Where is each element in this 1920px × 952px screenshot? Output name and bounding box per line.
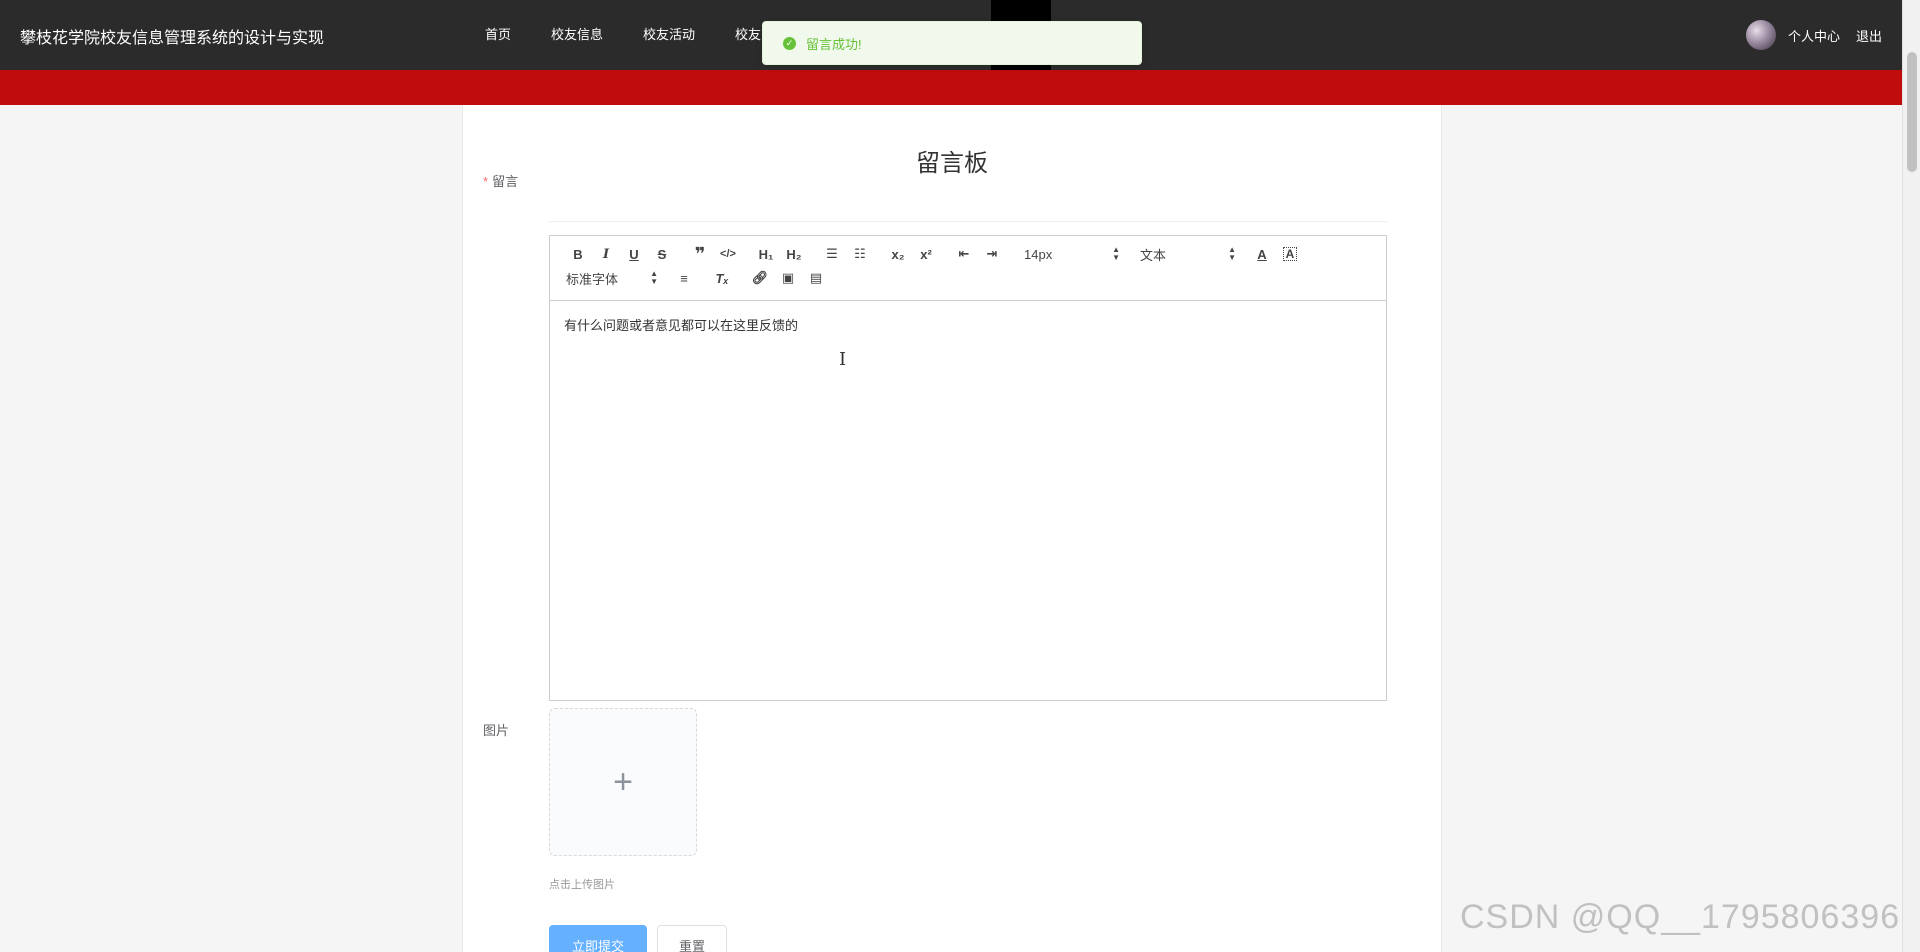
subscript-icon[interactable]: x₂ [884,242,912,266]
required-mark: * [483,174,489,189]
message-label-text: 留言 [492,174,519,189]
quote-icon[interactable]: ❞ [686,242,714,266]
editor-divider [549,221,1387,222]
editor-toolbar: B I U S ❞ </> H₁ H₂ ☰ ☷ x₂ x² ⇤ ⇥ 14px ▲… [549,235,1387,301]
toolbar-row-1: B I U S ❞ </> H₁ H₂ ☰ ☷ x₂ x² ⇤ ⇥ 14px ▲… [564,242,1304,266]
toolbar-row-2: 标准字体 ▲ ▼ ≡ Tₓ 🔗︎ ▣ ▤ [564,266,830,290]
submit-button[interactable]: 立即提交 [549,925,647,952]
ordered-list-icon[interactable]: ☰ [818,242,846,266]
bold-icon[interactable]: B [564,242,592,266]
reset-button[interactable]: 重置 [657,925,727,952]
page-scrollbar[interactable] [1902,0,1920,952]
font-size-select[interactable]: 14px ▲ ▼ [1022,242,1122,266]
banner-strip [0,70,1902,105]
logout-link[interactable]: 退出 [1856,26,1882,45]
scrollbar-thumb[interactable] [1907,52,1917,172]
select-arrows-icon: ▲ ▼ [1112,245,1120,262]
code-icon[interactable]: </> [714,242,742,266]
editor-content[interactable]: 有什么问题或者意见都可以在这里反馈的 [549,301,1387,701]
align-icon[interactable]: ≡ [670,266,698,290]
page-title: 留言板 [916,150,988,177]
select-arrows-icon: ▲ ▼ [650,269,658,286]
image-upload[interactable]: + [549,708,697,856]
text-cursor-icon: I [839,349,847,370]
check-circle-icon: ✓ [783,36,796,50]
clear-format-icon[interactable]: Tₓ [708,266,736,290]
video-icon[interactable]: ▤ [802,266,830,290]
message-label: * 留言 [483,171,518,190]
success-toast: ✓ 留言成功! [762,21,1142,65]
nav-item-alumni-activity[interactable]: 校友活动 [623,0,715,70]
italic-icon[interactable]: I [592,242,620,266]
bullet-list-icon[interactable]: ☷ [846,242,874,266]
superscript-icon[interactable]: x² [912,242,940,266]
h1-icon[interactable]: H₁ [752,242,780,266]
image-icon[interactable]: ▣ [774,266,802,290]
watermark: CSDN @QQ__1795806396 [1460,898,1901,936]
plus-icon: + [613,762,633,801]
underline-icon[interactable]: U [620,242,648,266]
toast-message: 留言成功! [806,36,862,52]
user-center-link[interactable]: 个人中心 [1788,26,1840,45]
font-size-value: 14px [1024,246,1053,262]
header-format-select[interactable]: 文本 ▲ ▼ [1138,242,1238,266]
outdent-icon[interactable]: ⇤ [950,242,978,266]
nav-item-alumni-info[interactable]: 校友信息 [531,0,623,70]
editor-text: 有什么问题或者意见都可以在这里反馈的 [564,318,799,333]
h2-icon[interactable]: H₂ [780,242,808,266]
strike-icon[interactable]: S [648,242,676,266]
avatar[interactable] [1745,20,1776,50]
message-form-card: 留言板 * 留言 B I U S ❞ </> H₁ H₂ ☰ ☷ x₂ x² ⇤… [462,105,1442,952]
indent-icon[interactable]: ⇥ [978,242,1006,266]
rich-text-editor: B I U S ❞ </> H₁ H₂ ☰ ☷ x₂ x² ⇤ ⇥ 14px ▲… [549,221,1387,701]
background-color-icon[interactable]: A [1283,247,1297,261]
font-family-select[interactable]: 标准字体 ▲ ▼ [564,266,660,290]
site-title: 攀枝花学院校友信息管理系统的设计与实现 [20,30,325,47]
font-color-icon[interactable]: A [1248,242,1276,266]
image-label: 图片 [483,723,510,738]
nav-item-home[interactable]: 首页 [465,0,531,70]
font-family-value: 标准字体 [566,271,619,287]
select-arrows-icon: ▲ ▼ [1228,245,1236,262]
upload-tip: 点击上传图片 [549,879,615,891]
link-icon[interactable]: 🔗︎ [746,266,774,290]
user-area: 个人中心 退出 [1745,0,1882,70]
header-format-value: 文本 [1140,247,1167,263]
